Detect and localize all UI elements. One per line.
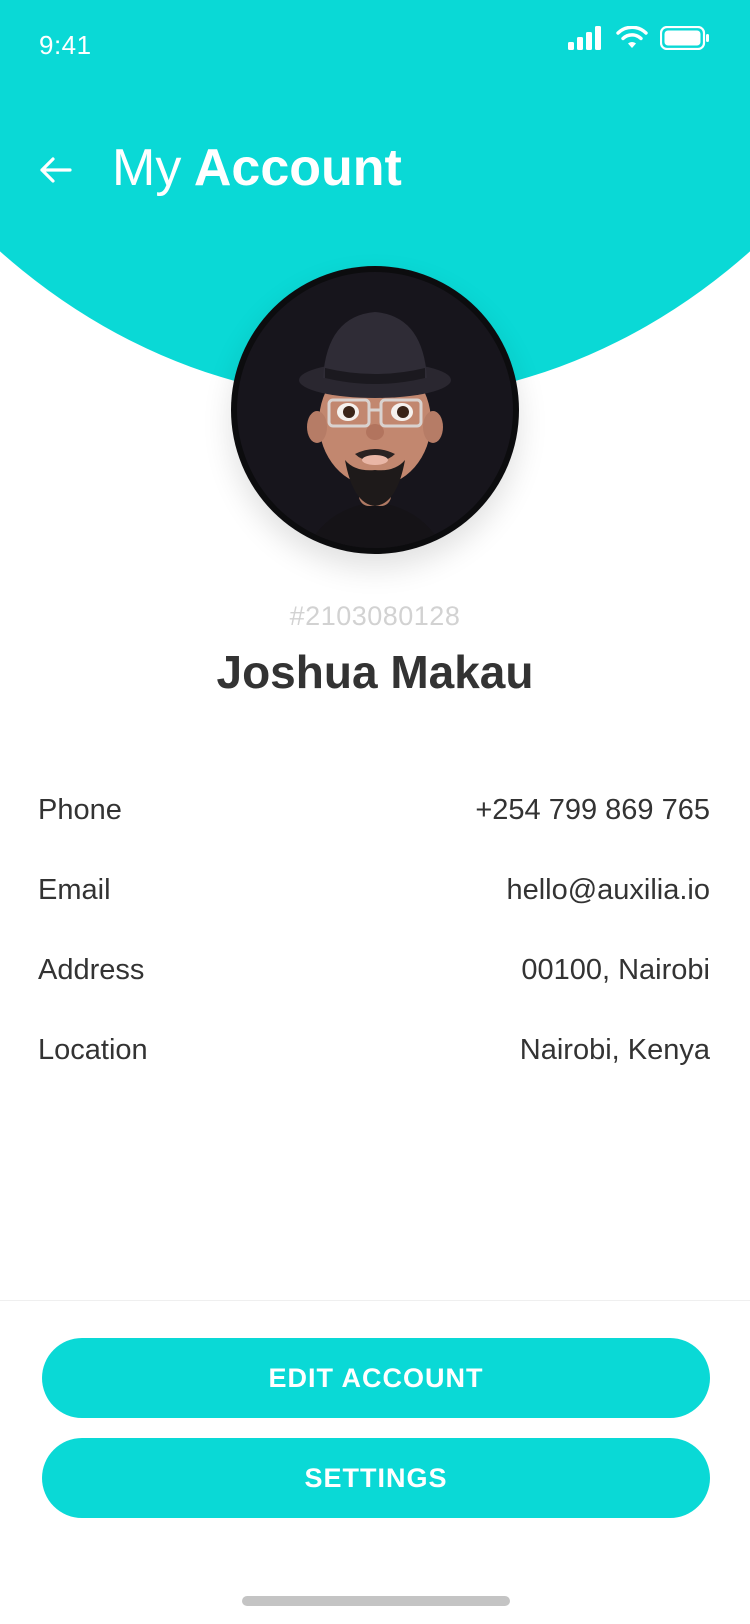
page-title-light: My	[112, 139, 182, 197]
detail-value: +254 799 869 765	[475, 793, 710, 826]
detail-label: Location	[38, 1033, 148, 1066]
status-icons	[568, 26, 710, 50]
home-indicator	[242, 1596, 510, 1606]
detail-value: Nairobi, Kenya	[519, 1033, 710, 1066]
battery-icon	[660, 26, 709, 50]
arrow-left-icon	[40, 157, 72, 183]
settings-button[interactable]: SETTINGS	[42, 1438, 710, 1518]
detail-value: 00100, Nairobi	[521, 953, 710, 986]
detail-value: hello@auxilia.io	[506, 873, 710, 906]
detail-row-email: Email hello@auxilia.io	[38, 850, 710, 930]
page-title-bold: Account	[193, 139, 402, 197]
account-details-list: Phone +254 799 869 765 Email hello@auxil…	[38, 770, 710, 1090]
user-name: Joshua Makau	[216, 646, 534, 698]
status-time: 9:41	[39, 30, 92, 60]
divider	[0, 1300, 750, 1301]
user-id: #2103080128	[289, 601, 461, 631]
avatar[interactable]	[231, 266, 519, 554]
detail-label: Address	[38, 953, 145, 986]
wifi-icon	[616, 26, 648, 48]
edit-account-button[interactable]: EDIT ACCOUNT	[42, 1338, 710, 1418]
my-account-screen: 9:41 My Account #2103080128 Joshua Makau…	[0, 0, 750, 1624]
avatar-image	[237, 272, 513, 548]
detail-row-phone: Phone +254 799 869 765	[38, 770, 710, 850]
memoji-avatar-icon	[299, 312, 451, 548]
detail-row-address: Address 00100, Nairobi	[38, 930, 710, 1010]
page-title: My Account	[112, 138, 402, 198]
back-button[interactable]	[36, 150, 76, 190]
detail-label: Email	[38, 873, 111, 906]
signal-icon	[568, 26, 601, 50]
status-bar: 9:41	[0, 0, 750, 90]
detail-row-location: Location Nairobi, Kenya	[38, 1010, 710, 1090]
detail-label: Phone	[38, 793, 122, 826]
